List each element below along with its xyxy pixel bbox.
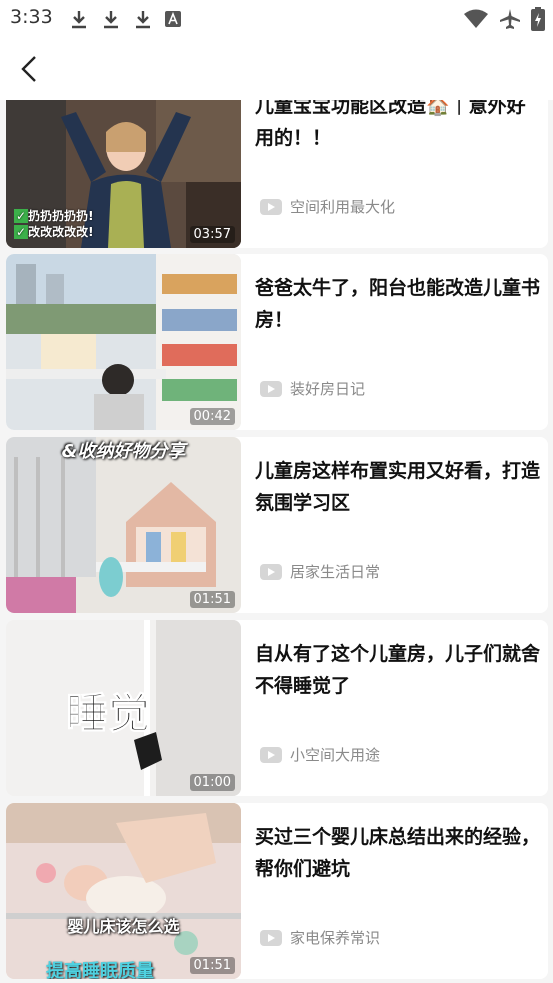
video-category[interactable]: 居家生活日常	[260, 561, 380, 582]
thumbnail-caption: 睡觉	[65, 689, 151, 739]
thumbnail-image	[6, 803, 241, 979]
status-time: 3:33	[10, 6, 53, 28]
status-notification-icons	[68, 8, 182, 30]
video-title[interactable]: 儿童房这样布置实用又好看，打造氛围学习区	[255, 455, 540, 519]
download-icon	[72, 11, 86, 29]
video-category-icon	[260, 746, 282, 763]
video-thumbnail[interactable]: ✓ 扔扔扔扔扔! ✓ 改改改改改! 03:57	[6, 100, 241, 248]
video-title[interactable]: 自从有了这个儿童房，儿子们就舍不得睡觉了	[255, 638, 540, 702]
thumbnail-caption: &收纳好物分享	[61, 441, 186, 462]
video-category-label: 装好房日记	[290, 380, 366, 398]
video-thumbnail[interactable]: 00:42	[6, 254, 241, 430]
thumbnail-caption: ✓ 扔扔扔扔扔! ✓ 改改改改改!	[14, 209, 94, 239]
video-thumbnail[interactable]: 睡觉 01:00	[6, 620, 241, 796]
video-title[interactable]: 买过三个婴儿床总结出来的经验，帮你们避坑	[255, 821, 540, 885]
text-a-icon	[165, 11, 181, 27]
chevron-left-icon	[21, 56, 36, 82]
video-category-icon	[260, 198, 282, 215]
video-duration: 01:00	[189, 774, 235, 791]
wifi-icon	[464, 9, 488, 28]
video-list[interactable]: ✓ 扔扔扔扔扔! ✓ 改改改改改! 03:57 儿童宝宝功能区改造🏠｜意外好用的！！…	[0, 100, 553, 983]
video-duration: 01:51	[189, 957, 235, 974]
video-thumbnail[interactable]: 婴儿床该怎么选 提高睡眠质量 01:51	[6, 803, 241, 979]
video-duration: 01:51	[189, 591, 235, 608]
video-category-icon	[260, 929, 282, 946]
video-duration: 03:57	[189, 226, 235, 243]
thumbnail-image	[6, 437, 241, 613]
video-category[interactable]: 家电保养常识	[260, 927, 380, 948]
header-bar	[0, 38, 553, 100]
thumbnail-caption: 提高睡眠质量	[46, 961, 154, 979]
video-category-label: 空间利用最大化	[290, 198, 396, 216]
thumbnail-image	[6, 254, 241, 430]
download-icon	[104, 11, 118, 29]
video-category[interactable]: 空间利用最大化	[260, 196, 395, 217]
video-category-label: 家电保养常识	[290, 929, 381, 947]
video-category-label: 居家生活日常	[290, 563, 381, 581]
video-card[interactable]: 睡觉 01:00 自从有了这个儿童房，儿子们就舍不得睡觉了 小空间大用途	[6, 620, 548, 796]
airplane-icon	[500, 9, 520, 29]
video-title[interactable]: 爸爸太牛了，阳台也能改造儿童书房！	[255, 272, 540, 336]
video-card[interactable]: 婴儿床该怎么选 提高睡眠质量 01:51 买过三个婴儿床总结出来的经验，帮你们避…	[6, 803, 548, 979]
video-category[interactable]: 小空间大用途	[260, 744, 380, 765]
status-bar: 3:33	[0, 0, 553, 38]
video-card[interactable]: ✓ 扔扔扔扔扔! ✓ 改改改改改! 03:57 儿童宝宝功能区改造🏠｜意外好用的！！…	[6, 100, 548, 248]
video-duration: 00:42	[189, 408, 235, 425]
video-category-icon	[260, 563, 282, 580]
video-title[interactable]: 儿童宝宝功能区改造🏠｜意外好用的！！	[255, 100, 540, 154]
video-category-label: 小空间大用途	[290, 746, 381, 764]
video-card[interactable]: 00:42 爸爸太牛了，阳台也能改造儿童书房！ 装好房日记	[6, 254, 548, 430]
back-button[interactable]	[12, 52, 46, 86]
battery-charging-icon	[531, 7, 545, 31]
status-system-icons	[463, 7, 545, 31]
download-icon	[136, 11, 150, 29]
video-card[interactable]: &收纳好物分享 01:51 儿童房这样布置实用又好看，打造氛围学习区 居家生活日…	[6, 437, 548, 613]
video-category-icon	[260, 380, 282, 397]
video-category[interactable]: 装好房日记	[260, 378, 365, 399]
video-thumbnail[interactable]: &收纳好物分享 01:51	[6, 437, 241, 613]
thumbnail-caption: 婴儿床该怎么选	[67, 917, 180, 936]
